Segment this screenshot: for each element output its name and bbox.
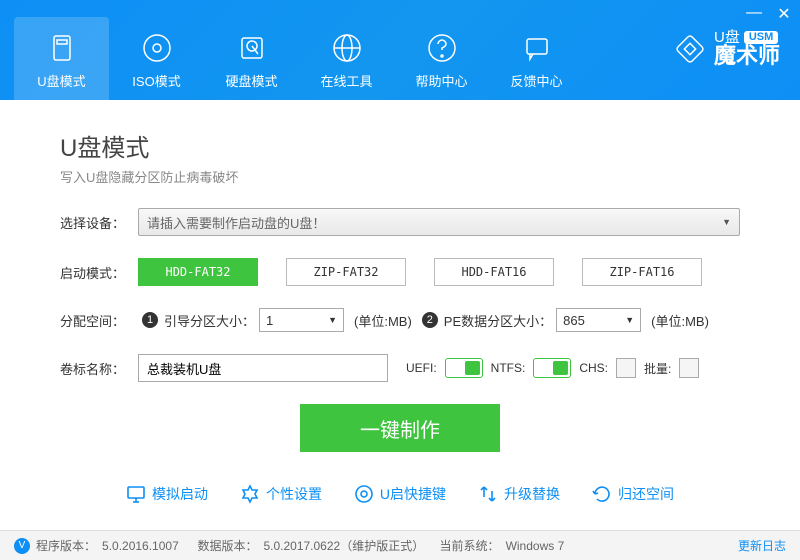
tab-feedback[interactable]: 反馈中心 <box>489 17 584 100</box>
unit-label: (单位:MB) <box>354 311 412 330</box>
tab-online-tools[interactable]: 在线工具 <box>299 17 394 100</box>
pe-size-select[interactable]: 865 <box>556 308 641 332</box>
uefi-toggle[interactable] <box>445 358 483 378</box>
tool-upgrade[interactable]: 升级替换 <box>478 484 560 504</box>
version-badge-icon: V <box>14 538 30 554</box>
batch-label: 批量: <box>644 360 671 377</box>
page-title: U盘模式 <box>60 128 740 163</box>
device-select[interactable]: 请插入需要制作启动盘的U盘！ <box>138 208 740 236</box>
statusbar: V 程序版本： 5.0.2016.1007 数据版本： 5.0.2017.0622（… <box>0 530 800 560</box>
tool-hotkey[interactable]: U启快捷键 <box>354 484 446 504</box>
volume-label: 卷标名称： <box>60 359 138 378</box>
data-version-label: 数据版本： <box>197 537 257 554</box>
tab-label: 反馈中心 <box>510 71 562 90</box>
usb-icon <box>45 31 79 65</box>
volume-input[interactable] <box>138 354 388 382</box>
minimize-button[interactable]: — <box>746 4 762 24</box>
tab-label: U盘模式 <box>37 71 85 90</box>
chs-label: CHS: <box>579 361 608 375</box>
boot-part-label: 引导分区大小： <box>164 311 255 330</box>
close-button[interactable]: ✕ <box>776 4 792 24</box>
boot-size-select[interactable]: 1 <box>259 308 344 332</box>
prog-version-label: 程序版本： <box>36 537 96 554</box>
mode-hdd-fat16[interactable]: HDD-FAT16 <box>434 258 554 286</box>
prog-version: 5.0.2016.1007 <box>102 539 179 553</box>
tool-restore-space[interactable]: 归还空间 <box>592 484 674 504</box>
step-2-badge: 2 <box>422 312 438 328</box>
tab-iso-mode[interactable]: ISO模式 <box>109 17 204 100</box>
disc-icon <box>140 31 174 65</box>
mode-zip-fat32[interactable]: ZIP-FAT32 <box>286 258 406 286</box>
ntfs-label: NTFS: <box>491 361 526 375</box>
titlebar: — ✕ U盘模式 ISO模式 硬盘模式 在线工具 帮助中心 反馈中心 <box>0 0 800 100</box>
boot-mode-label: 启动模式： <box>60 263 138 282</box>
tab-label: 在线工具 <box>320 71 372 90</box>
help-icon <box>425 31 459 65</box>
mode-zip-fat16[interactable]: ZIP-FAT16 <box>582 258 702 286</box>
device-label: 选择设备： <box>60 213 138 232</box>
os-value: Windows 7 <box>506 539 565 553</box>
globe-icon <box>330 31 364 65</box>
tab-label: 硬盘模式 <box>225 71 277 90</box>
os-label: 当前系统： <box>440 537 500 554</box>
step-1-badge: 1 <box>142 312 158 328</box>
data-version: 5.0.2017.0622（维护版正式） <box>263 537 424 554</box>
tool-simulate-boot[interactable]: 模拟启动 <box>126 484 208 504</box>
tool-personalize[interactable]: 个性设置 <box>240 484 322 504</box>
tab-help[interactable]: 帮助中心 <box>394 17 489 100</box>
unit-label: (单位:MB) <box>651 311 709 330</box>
tab-hdd-mode[interactable]: 硬盘模式 <box>204 17 299 100</box>
chs-checkbox[interactable] <box>616 358 636 378</box>
ntfs-toggle[interactable] <box>533 358 571 378</box>
tab-label: ISO模式 <box>132 71 180 90</box>
feedback-icon <box>520 31 554 65</box>
changelog-link[interactable]: 更新日志 <box>738 537 786 554</box>
pe-data-label: PE数据分区大小： <box>444 311 552 330</box>
page-subtitle: 写入U盘隐藏分区防止病毒破坏 <box>60 167 740 186</box>
hdd-icon <box>235 31 269 65</box>
tab-usb-mode[interactable]: U盘模式 <box>14 17 109 100</box>
app-logo: U盘USM 魔术师 <box>672 30 780 67</box>
tab-label: 帮助中心 <box>415 71 467 90</box>
alloc-label: 分配空间： <box>60 311 138 330</box>
batch-checkbox[interactable] <box>679 358 699 378</box>
mode-hdd-fat32[interactable]: HDD-FAT32 <box>138 258 258 286</box>
create-button[interactable]: 一键制作 <box>300 404 500 452</box>
uefi-label: UEFI: <box>406 361 437 375</box>
